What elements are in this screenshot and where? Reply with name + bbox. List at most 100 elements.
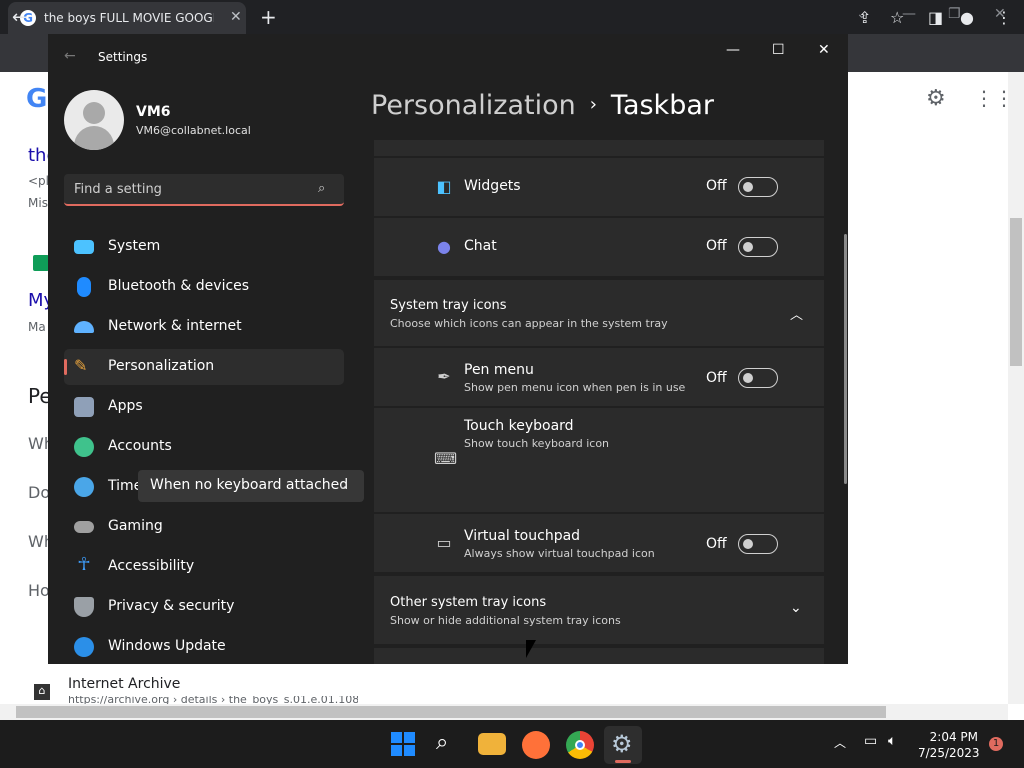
- settings-close-icon[interactable]: ✕: [818, 42, 830, 58]
- close-tab-icon[interactable]: ✕: [230, 9, 242, 25]
- page-title: Taskbar: [610, 90, 714, 121]
- browser-tab[interactable]: G the boys FULL MOVIE GOOGLE D ✕: [8, 2, 246, 34]
- pen-menu-toggle[interactable]: [738, 368, 778, 388]
- chevron-up-icon[interactable]: ︿: [790, 304, 803, 323]
- pen-menu-row: ✒ Pen menu Show pen menu icon when pen i…: [374, 348, 824, 406]
- network-icon[interactable]: ▭: [864, 733, 877, 749]
- start-button-icon[interactable]: [389, 730, 417, 758]
- result-text-fragment: Mis: [28, 196, 48, 210]
- start-logo-square: [404, 745, 415, 756]
- page-horizontal-scroll-thumb[interactable]: [16, 706, 886, 718]
- accounts-icon: [74, 437, 94, 457]
- firefox-icon[interactable]: [522, 731, 550, 759]
- taskbar-clock[interactable]: 2:04 PM 7/25/2023: [918, 729, 980, 761]
- start-logo-square: [404, 732, 415, 743]
- sidebar-item-accounts[interactable]: Accounts: [64, 429, 344, 465]
- pen-menu-state: Off: [706, 370, 727, 386]
- sidebar-item-system[interactable]: System: [64, 229, 344, 265]
- sidebar-item-label: Windows Update: [108, 638, 226, 654]
- question-fragment[interactable]: Ho: [28, 581, 50, 600]
- sidebar-item-label: System: [108, 238, 161, 254]
- google-logo-icon: G: [26, 84, 48, 114]
- question-fragment[interactable]: Do: [28, 483, 50, 502]
- breadcrumb-parent[interactable]: Personalization: [371, 90, 576, 121]
- archive-favicon-icon: ⌂: [34, 684, 50, 700]
- file-explorer-icon[interactable]: [478, 733, 506, 755]
- result-url[interactable]: https://archive.org › details › the_boys…: [68, 696, 358, 704]
- gamepad-icon: [74, 521, 94, 533]
- chat-toggle[interactable]: [738, 237, 778, 257]
- profile-icon[interactable]: ●: [960, 8, 974, 27]
- widgets-toggle[interactable]: [738, 177, 778, 197]
- breadcrumb-separator: ›: [589, 94, 597, 115]
- new-tab-button[interactable]: +: [260, 5, 277, 29]
- update-icon: [74, 637, 94, 657]
- settings-search-box[interactable]: ⌕: [64, 174, 344, 206]
- side-panel-icon[interactable]: ◨: [928, 8, 943, 27]
- settings-back-icon[interactable]: ←: [64, 48, 76, 64]
- settings-minimize-icon[interactable]: —: [726, 42, 740, 58]
- chat-label: Chat: [464, 238, 497, 254]
- brush-icon: ✎: [74, 356, 88, 375]
- touchpad-icon: ▭: [436, 533, 452, 552]
- page-vertical-scroll-thumb[interactable]: [1010, 218, 1022, 366]
- globe-clock-icon: [74, 477, 94, 497]
- sidebar-item-label: Gaming: [108, 518, 163, 534]
- page-vertical-scrollbar[interactable]: [1008, 72, 1024, 704]
- sidebar-item-bluetooth[interactable]: Bluetooth & devices: [64, 269, 344, 305]
- apps-icon: [74, 397, 94, 417]
- widgets-label: Widgets: [464, 178, 521, 194]
- settings-maximize-icon[interactable]: ☐: [772, 42, 785, 58]
- system-tray-title: System tray icons: [390, 298, 507, 313]
- mouse-cursor-icon: [526, 640, 536, 658]
- start-logo-square: [391, 732, 402, 743]
- sidebar-item-label: Bluetooth & devices: [108, 278, 250, 294]
- virtual-touchpad-state: Off: [706, 536, 727, 552]
- settings-card-partial: [374, 140, 824, 156]
- chat-row: ● Chat Off: [374, 218, 824, 276]
- clock-time: 2:04 PM: [929, 730, 978, 744]
- sidebar-item-network[interactable]: Network & internet: [64, 309, 344, 345]
- sidebar-item-accessibility[interactable]: ☥ Accessibility: [64, 549, 344, 585]
- settings-gear-icon: ⚙: [611, 730, 633, 758]
- browser-menu-icon[interactable]: ⋮: [996, 8, 1012, 27]
- pen-menu-label: Pen menu: [464, 362, 534, 378]
- start-logo-square: [391, 745, 402, 756]
- sidebar-item-apps[interactable]: Apps: [64, 389, 344, 425]
- chevron-down-icon[interactable]: ⌄: [790, 600, 802, 616]
- widgets-icon: ◧: [436, 177, 452, 196]
- search-icon[interactable]: ⌕: [318, 181, 325, 196]
- settings-window: ← Settings — ☐ ✕ VM6 VM6@collabnet.local…: [48, 34, 848, 664]
- sidebar-item-windows-update[interactable]: Windows Update: [64, 629, 344, 664]
- bluetooth-icon: [77, 277, 91, 297]
- result-site-name[interactable]: Internet Archive: [68, 676, 180, 692]
- virtual-touchpad-toggle[interactable]: [738, 534, 778, 554]
- volume-icon[interactable]: 🔈︎: [888, 733, 896, 749]
- sidebar-item-gaming[interactable]: Gaming: [64, 509, 344, 545]
- browser-restore-icon[interactable]: ❐: [948, 6, 961, 22]
- system-tray-icons-header[interactable]: System tray icons Choose which icons can…: [374, 280, 824, 346]
- system-tray-subtitle: Choose which icons can appear in the sys…: [390, 317, 668, 330]
- chrome-icon-center: [575, 740, 585, 750]
- touch-keyboard-dropdown[interactable]: When no keyboard attached ⌄: [138, 470, 364, 502]
- browser-back-icon[interactable]: ←: [12, 7, 27, 28]
- sidebar-item-personalization[interactable]: ✎ Personalization: [64, 349, 344, 385]
- bookmark-star-icon[interactable]: ☆: [890, 8, 904, 27]
- settings-search-input[interactable]: [74, 179, 304, 199]
- result-text-fragment: <pl: [28, 174, 50, 188]
- user-avatar[interactable]: [64, 90, 124, 150]
- sidebar-item-label: Personalization: [108, 358, 215, 374]
- search-taskbar-icon[interactable]: ⌕: [436, 730, 448, 755]
- sidebar-item-privacy[interactable]: Privacy & security: [64, 589, 344, 625]
- settings-scrollbar[interactable]: [844, 234, 847, 484]
- virtual-touchpad-label: Virtual touchpad: [464, 528, 581, 544]
- sidebar-item-label: Accessibility: [108, 558, 195, 574]
- chevron-up-icon[interactable]: ︿: [834, 734, 846, 751]
- wifi-icon: [74, 321, 94, 333]
- touch-keyboard-subtitle: Show touch keyboard icon: [464, 437, 610, 450]
- other-system-tray-icons-header[interactable]: Other system tray icons Show or hide add…: [374, 576, 824, 644]
- notification-badge[interactable]: 1: [989, 737, 1003, 751]
- page-settings-gear-icon[interactable]: ⚙: [926, 86, 946, 111]
- accessibility-icon: ☥: [77, 554, 91, 575]
- share-icon[interactable]: ⇪: [858, 8, 871, 27]
